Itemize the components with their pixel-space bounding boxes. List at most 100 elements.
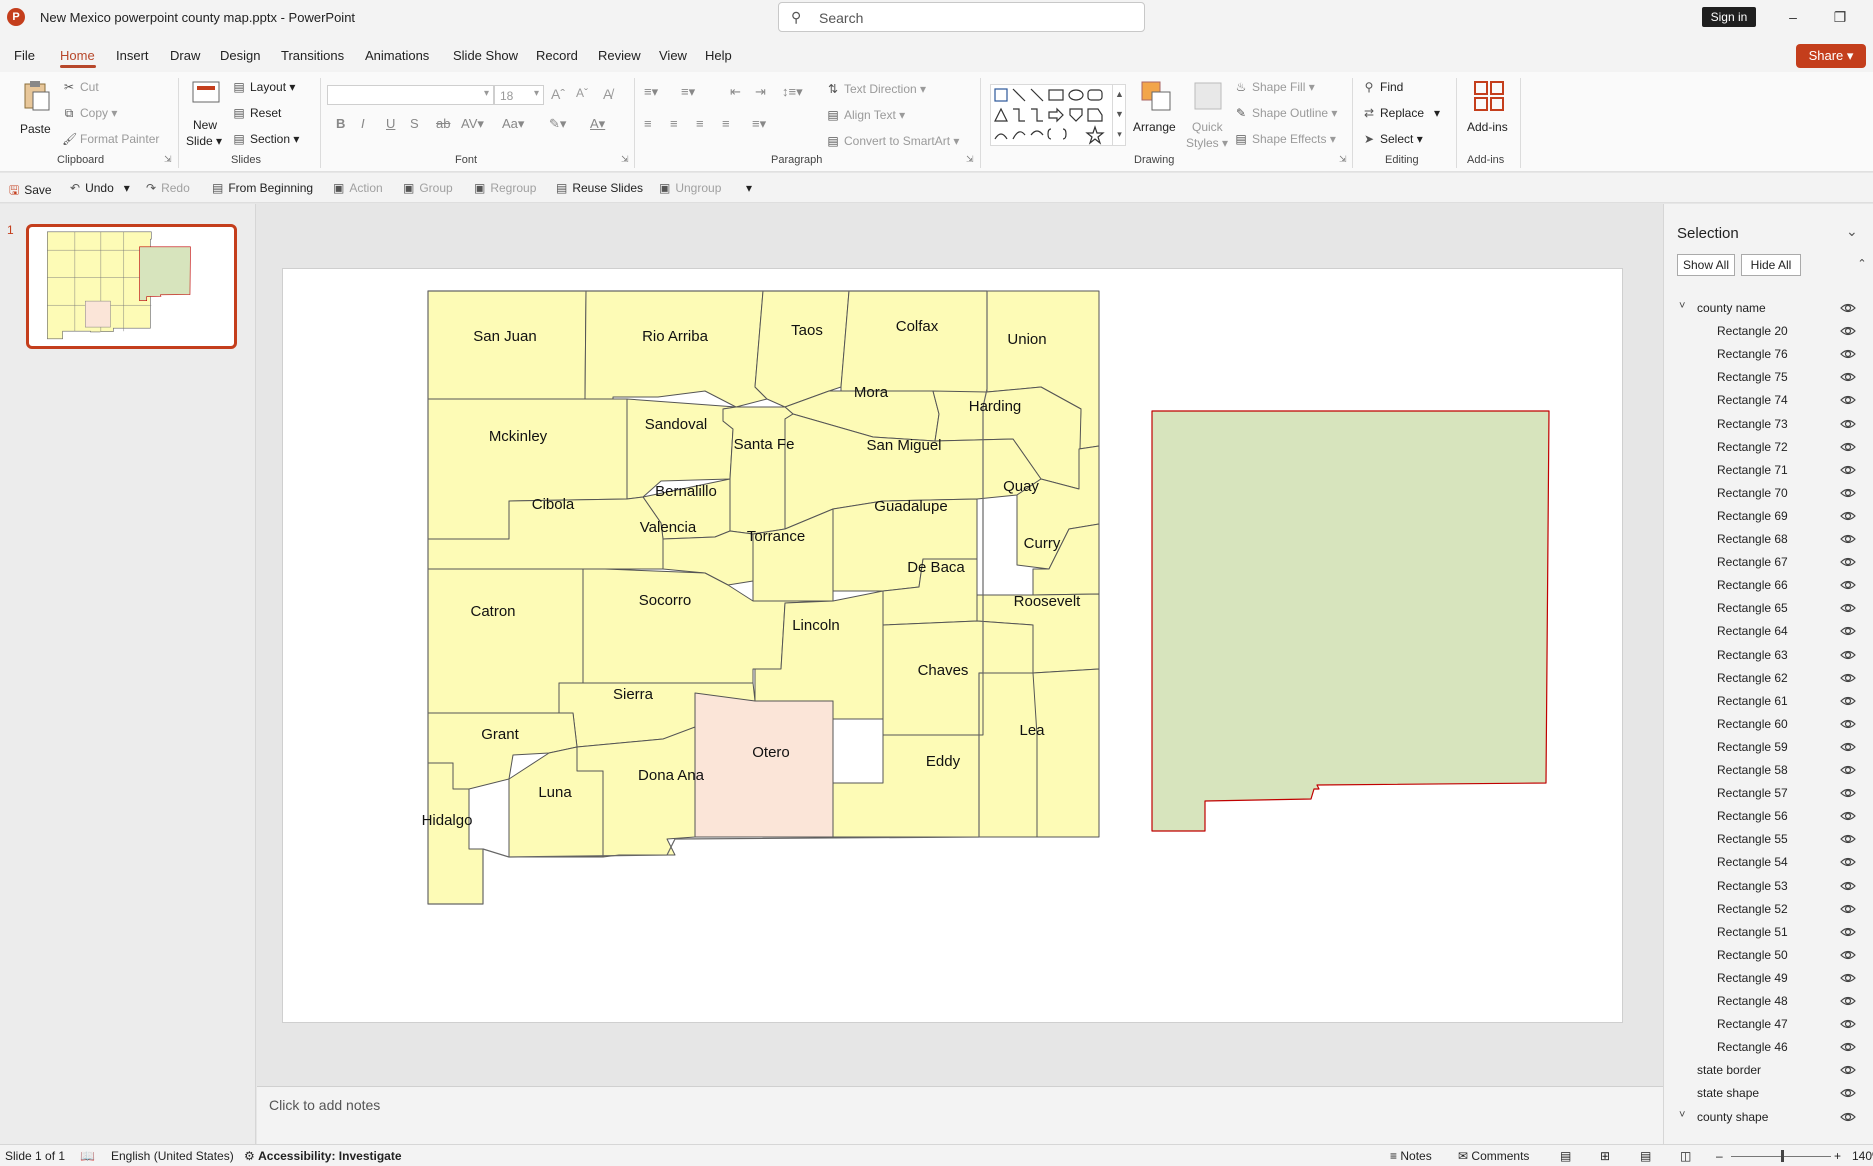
county-label-union[interactable]: Union [1007, 331, 1046, 348]
county-label-lea[interactable]: Lea [1019, 722, 1045, 739]
chevron-down-icon[interactable]: ˅ [1679, 1109, 1685, 1121]
selection-item[interactable]: Rectangle 56 [1664, 805, 1872, 828]
share-button[interactable]: Share ▾ [1796, 44, 1866, 68]
selection-item[interactable]: Rectangle 67 [1664, 551, 1872, 574]
selection-item[interactable]: Rectangle 73 [1664, 413, 1872, 436]
tab-draw[interactable]: Draw [170, 48, 200, 63]
cut-button[interactable]: ✂ Cut [62, 80, 99, 94]
restore-icon[interactable]: ❐ [1820, 4, 1860, 30]
county-label-san-juan[interactable]: San Juan [473, 328, 536, 345]
visibility-eye-icon[interactable] [1839, 368, 1857, 386]
selection-item[interactable]: Rectangle 63 [1664, 644, 1872, 667]
font-name-dropdown[interactable]: ▾ [327, 85, 494, 105]
county-label-dona-ana[interactable]: Dona Ana [638, 767, 705, 784]
selection-item[interactable]: Rectangle 55 [1664, 828, 1872, 851]
visibility-eye-icon[interactable] [1839, 738, 1857, 756]
visibility-eye-icon[interactable] [1839, 969, 1857, 987]
visibility-eye-icon[interactable] [1839, 1084, 1857, 1102]
visibility-eye-icon[interactable] [1839, 391, 1857, 409]
visibility-eye-icon[interactable] [1839, 622, 1857, 640]
selection-item[interactable]: Rectangle 66 [1664, 574, 1872, 597]
selection-item[interactable]: Rectangle 64 [1664, 620, 1872, 643]
visibility-eye-icon[interactable] [1839, 1108, 1857, 1126]
county-label-hidalgo[interactable]: Hidalgo [422, 812, 473, 829]
county-label-harding[interactable]: Harding [969, 398, 1022, 415]
bullets-icon[interactable]: ≡▾ [644, 84, 658, 100]
justify-icon[interactable]: ≡ [722, 116, 730, 131]
tab-record[interactable]: Record [536, 48, 578, 63]
character-spacing-icon[interactable]: AV▾ [461, 116, 484, 132]
redo-button[interactable]: ↷ Redo [146, 181, 190, 195]
new-slide-button[interactable]: New Slide ▾ [186, 78, 226, 150]
selection-item[interactable]: Rectangle 75 [1664, 366, 1872, 389]
selection-item[interactable]: Rectangle 51 [1664, 921, 1872, 944]
normal-view-icon[interactable]: ▤ [1560, 1149, 1571, 1163]
visibility-eye-icon[interactable] [1839, 599, 1857, 617]
undo-button[interactable]: ↶ Undo ▾ [70, 181, 130, 195]
selection-item[interactable]: Rectangle 50 [1664, 944, 1872, 967]
county-label-roosevelt[interactable]: Roosevelt [1014, 593, 1082, 610]
county-shape-taos[interactable] [754, 290, 850, 408]
highlight-icon[interactable]: ✎▾ [549, 116, 566, 132]
county-label-guadalupe[interactable]: Guadalupe [874, 498, 947, 515]
bring-forward-icon[interactable]: ⌃ [1852, 254, 1872, 274]
selection-item[interactable]: Rectangle 69 [1664, 505, 1872, 528]
visibility-eye-icon[interactable] [1839, 853, 1857, 871]
tab-animations[interactable]: Animations [365, 48, 429, 63]
county-label-lincoln[interactable]: Lincoln [792, 617, 840, 634]
county-label-valencia[interactable]: Valencia [640, 519, 697, 536]
customize-qat-icon[interactable]: ▾ [746, 181, 752, 195]
chevron-down-icon[interactable]: ⌄ [1846, 223, 1858, 240]
county-label-curry[interactable]: Curry [1024, 535, 1061, 552]
increase-font-icon[interactable]: Aˆ [551, 86, 565, 102]
selection-item[interactable]: Rectangle 72 [1664, 436, 1872, 459]
county-shape-otero[interactable] [694, 692, 834, 838]
selection-item[interactable]: Rectangle 59 [1664, 736, 1872, 759]
visibility-eye-icon[interactable] [1839, 946, 1857, 964]
selection-item[interactable]: Rectangle 47 [1664, 1013, 1872, 1036]
decrease-indent-icon[interactable]: ⇤ [730, 84, 741, 100]
county-label-catron[interactable]: Catron [470, 603, 515, 620]
zoom-in-icon[interactable]: + [1834, 1149, 1841, 1163]
bold-icon[interactable]: B [336, 116, 345, 131]
selection-item[interactable]: Rectangle 65 [1664, 597, 1872, 620]
selection-item[interactable]: Rectangle 68 [1664, 528, 1872, 551]
copy-button[interactable]: ⧉ Copy ▾ [62, 106, 118, 121]
selection-item[interactable]: Rectangle 74 [1664, 389, 1872, 412]
tab-file[interactable]: File [14, 48, 35, 63]
select-button[interactable]: ➤ Select ▾ [1362, 132, 1423, 146]
visibility-eye-icon[interactable] [1839, 507, 1857, 525]
selection-item[interactable]: Rectangle 54 [1664, 851, 1872, 874]
shape-fill-button[interactable]: ♨ Shape Fill ▾ [1234, 80, 1315, 94]
tab-transitions[interactable]: Transitions [281, 48, 344, 63]
selection-item[interactable]: state shape [1664, 1082, 1872, 1105]
county-label-mora[interactable]: Mora [854, 384, 889, 401]
slide-show-icon[interactable]: ◫ [1680, 1149, 1691, 1163]
visibility-eye-icon[interactable] [1839, 438, 1857, 456]
visibility-eye-icon[interactable] [1839, 1038, 1857, 1056]
county-label-quay[interactable]: Quay [1003, 478, 1039, 495]
selection-item[interactable]: Rectangle 60 [1664, 713, 1872, 736]
comments-toggle[interactable]: ✉ Comments [1458, 1149, 1529, 1163]
minimize-icon[interactable]: – [1773, 4, 1813, 30]
visibility-eye-icon[interactable] [1839, 715, 1857, 733]
county-label-grant[interactable]: Grant [481, 726, 519, 743]
visibility-eye-icon[interactable] [1839, 576, 1857, 594]
county-label-santa-fe[interactable]: Santa Fe [734, 436, 795, 453]
county-label-cibola[interactable]: Cibola [532, 496, 575, 513]
save-button[interactable]: 🖫 Save [9, 181, 52, 202]
shadow-icon[interactable]: S [410, 116, 419, 131]
layout-button[interactable]: ▤ Layout ▾ [232, 80, 295, 94]
county-label-taos[interactable]: Taos [791, 322, 823, 339]
quick-styles-button[interactable]: Quick Styles ▾ [1185, 78, 1231, 150]
visibility-eye-icon[interactable] [1839, 415, 1857, 433]
tab-view[interactable]: View [659, 48, 687, 63]
visibility-eye-icon[interactable] [1839, 646, 1857, 664]
align-center-icon[interactable]: ≡ [670, 116, 678, 131]
county-shape-lea[interactable] [1032, 668, 1100, 838]
visibility-eye-icon[interactable] [1839, 299, 1857, 317]
font-launcher-icon[interactable]: ⇲ [621, 154, 629, 165]
visibility-eye-icon[interactable] [1839, 1015, 1857, 1033]
county-shape-santa-fe[interactable] [722, 406, 794, 535]
visibility-eye-icon[interactable] [1839, 530, 1857, 548]
